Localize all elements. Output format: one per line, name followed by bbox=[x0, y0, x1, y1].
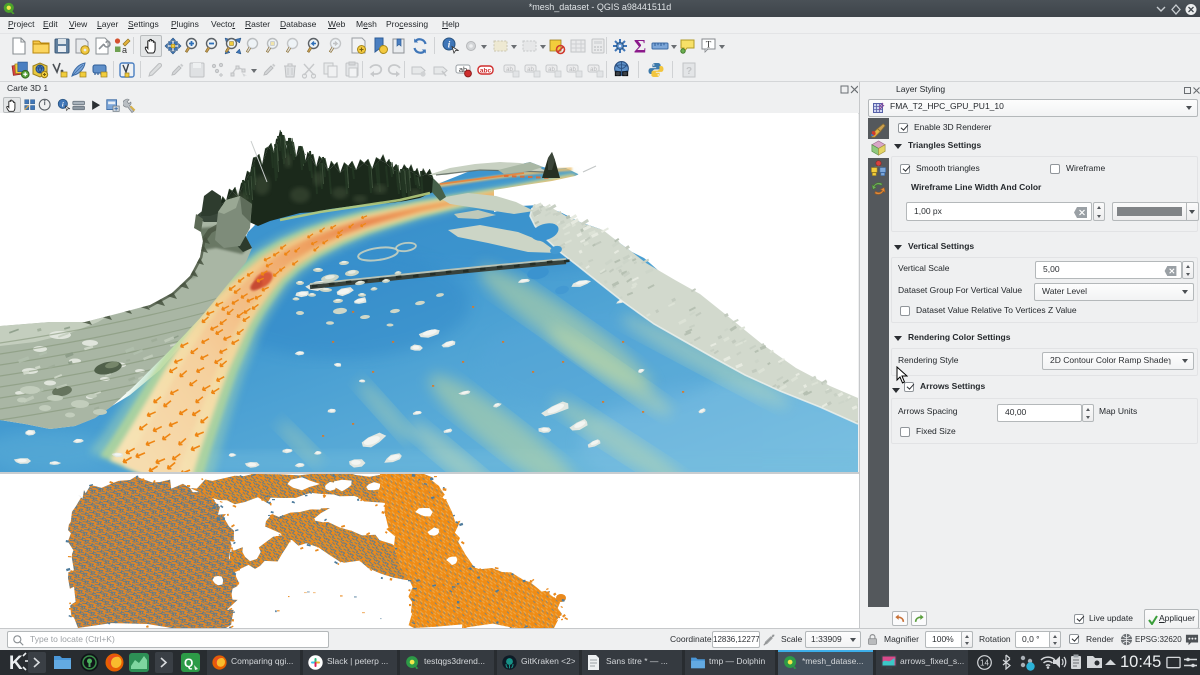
svg-text:ab: ab bbox=[590, 67, 597, 73]
svg-text:abc: abc bbox=[480, 67, 492, 74]
svg-text:ab: ab bbox=[506, 67, 513, 73]
svg-text:i: i bbox=[62, 101, 64, 108]
svg-text:K: K bbox=[9, 653, 23, 673]
svg-text:Q: Q bbox=[184, 656, 193, 670]
svg-text:T: T bbox=[706, 40, 712, 50]
svg-text:Σ: Σ bbox=[634, 37, 646, 56]
svg-text:a: a bbox=[122, 45, 127, 55]
svg-text:ab: ab bbox=[527, 67, 534, 73]
svg-text:ab: ab bbox=[569, 67, 576, 73]
svg-text:?: ? bbox=[686, 66, 692, 77]
svg-text:ab: ab bbox=[548, 67, 555, 73]
svg-text:14: 14 bbox=[980, 659, 989, 668]
